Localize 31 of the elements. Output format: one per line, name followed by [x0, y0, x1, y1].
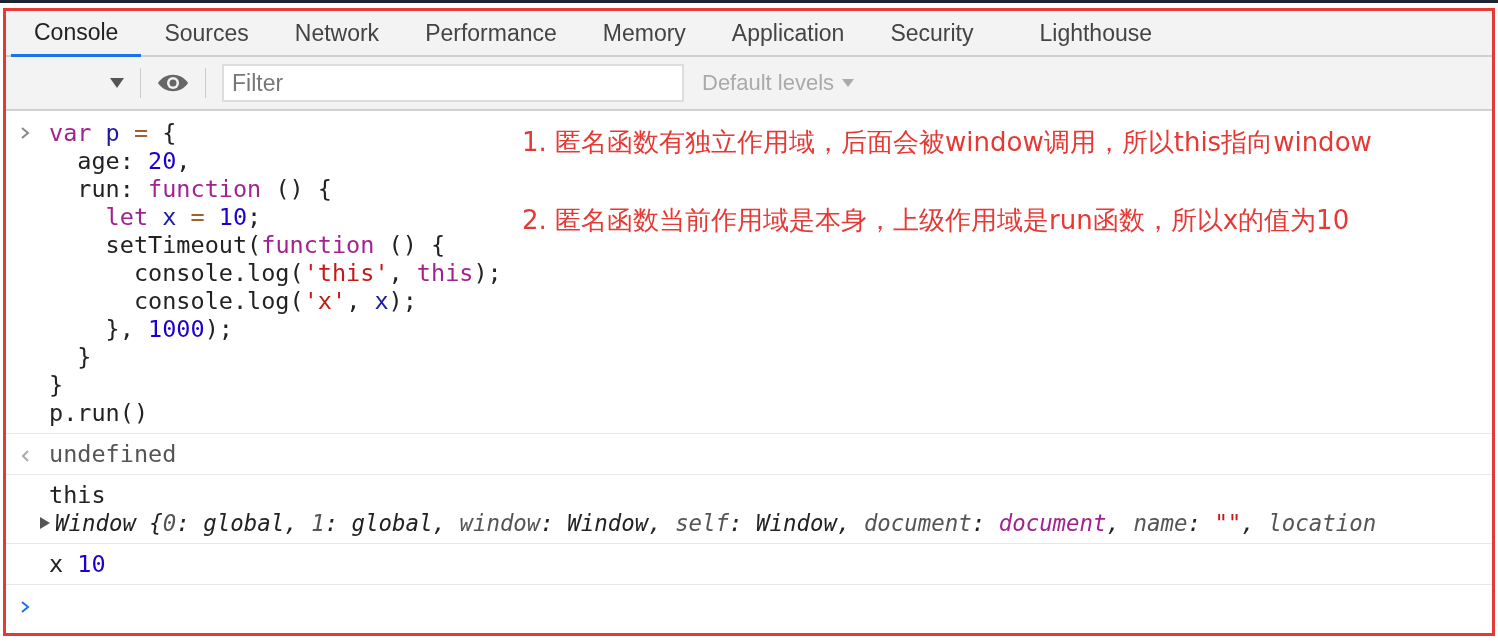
eye-icon[interactable] — [157, 72, 189, 94]
tab[interactable]: Sources — [141, 11, 272, 55]
tab[interactable]: Security — [867, 11, 997, 55]
annotation-text: 2. 匿名函数当前作用域是本身，上级作用域是run函数，所以x的值为10 — [522, 204, 1350, 237]
object-preview[interactable]: Window {0: global, 1: global, window: Window, self: Window, document: document, name: "", location — [39, 509, 1377, 537]
code-line: p.run() — [49, 399, 150, 427]
tab[interactable]: Application — [708, 11, 868, 55]
code-line: }, 1000); — [104, 315, 234, 343]
code-line: run: function () { — [76, 175, 333, 203]
caret-icon[interactable] — [110, 77, 124, 89]
tab[interactable]: Network — [271, 11, 403, 55]
code-line: } — [76, 343, 93, 371]
tab[interactable]: Performance — [402, 11, 580, 55]
log-line: this — [49, 481, 107, 509]
caret-icon — [842, 78, 855, 88]
code-line: var p = { — [49, 119, 178, 147]
chevron-icon — [20, 126, 30, 140]
result-text: undefined — [49, 440, 177, 468]
prompt-chevron-icon[interactable] — [20, 600, 30, 614]
code-line: console.log('x', x); — [132, 287, 418, 315]
filter-field[interactable]: Filter — [222, 64, 684, 102]
expand-triangle-icon — [39, 516, 51, 530]
tab[interactable]: Memory — [579, 11, 709, 55]
code-line: age: 20, — [76, 147, 192, 175]
tab[interactable]: Lighthouse — [1016, 11, 1176, 55]
code-line: } — [49, 371, 65, 399]
annotation-text: 1. 匿名函数有独立作用域，后面会被window调用，所以this指向window — [522, 126, 1372, 159]
code-line: let x = 10; — [104, 203, 263, 231]
log-line: x 10 — [49, 550, 106, 578]
code-line: setTimeout(function () { — [104, 231, 447, 259]
code-line: console.log('this', this); — [132, 259, 502, 287]
